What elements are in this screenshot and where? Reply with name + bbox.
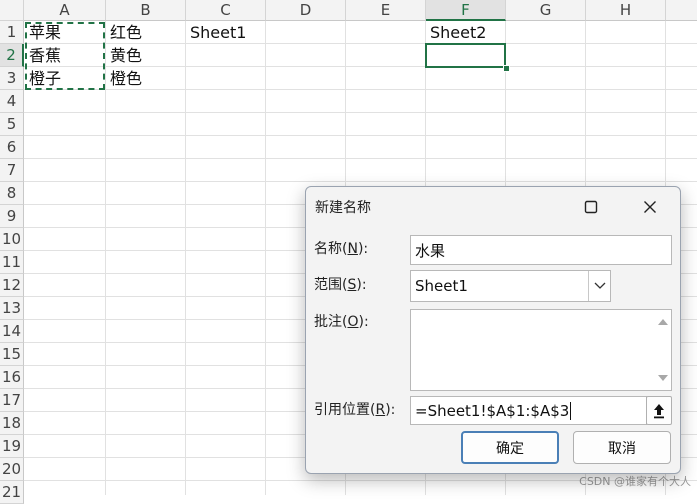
row-header-16[interactable]: 16 [0,366,24,389]
row-header-9[interactable]: 9 [0,205,24,228]
refers-to-input[interactable]: =Sheet1!$A$1:$A$3 [410,396,647,425]
scroll-up-icon[interactable] [658,318,668,326]
gridline-vertical [185,21,186,495]
row-header-21[interactable]: 21 [0,481,24,504]
row-header-11[interactable]: 11 [0,251,24,274]
column-header-f[interactable]: F [426,0,506,21]
row-header-17[interactable]: 17 [0,389,24,412]
column-header-h[interactable]: H [586,0,666,21]
row-header-15[interactable]: 15 [0,343,24,366]
row-header-19[interactable]: 19 [0,435,24,458]
active-cell-f2[interactable] [425,43,506,68]
comment-scrollbar[interactable] [655,310,671,390]
watermark: CSDN @谁家有个大人 [579,475,691,488]
gridline-horizontal [24,135,697,136]
new-name-dialog: 新建名称 名称(N): 水果 范围(S): Sheet1 批注(O): 引用位置… [305,186,681,474]
column-header-c[interactable]: C [186,0,266,21]
row-header-14[interactable]: 14 [0,320,24,343]
gridline-vertical [105,21,106,495]
comment-textarea[interactable] [410,309,672,391]
name-input[interactable]: 水果 [410,235,672,265]
gridline-horizontal [24,112,697,113]
upload-arrow-icon [654,403,664,418]
maximize-button[interactable] [577,193,605,221]
row-header-5[interactable]: 5 [0,113,24,136]
scope-label: 范围(S): [314,277,367,293]
row-header-20[interactable]: 20 [0,458,24,481]
column-header-d[interactable]: D [266,0,346,21]
refers-to-value: =Sheet1!$A$1:$A$3 [415,401,570,420]
copy-marquee-selection [25,22,105,90]
row-header-2[interactable]: 2 [0,44,24,67]
text-cursor [570,401,572,420]
row-header-13[interactable]: 13 [0,297,24,320]
refers-to-label: 引用位置(R): [314,402,396,418]
select-all-corner[interactable] [0,0,24,21]
dropdown-divider [588,271,589,301]
row-header-12[interactable]: 12 [0,274,24,297]
column-header-partial[interactable] [666,0,697,21]
cell-b3[interactable]: 橙色 [106,67,185,90]
scroll-down-icon[interactable] [658,374,668,382]
column-header-a[interactable]: A [24,0,106,21]
close-button[interactable] [636,193,664,221]
row-header-3[interactable]: 3 [0,67,24,90]
scope-dropdown[interactable]: Sheet1 [410,270,611,302]
gridline-horizontal [24,181,697,182]
ok-button[interactable]: 确定 [461,431,559,464]
close-icon [644,201,656,213]
cell-f1[interactable]: Sheet2 [426,21,505,44]
cell-b2[interactable]: 黄色 [106,44,185,67]
gridline-vertical [265,21,266,495]
fill-handle[interactable] [503,65,510,72]
row-header-1[interactable]: 1 [0,21,24,44]
collapse-dialog-button[interactable] [646,396,672,425]
row-header-7[interactable]: 7 [0,159,24,182]
row-header-4[interactable]: 4 [0,90,24,113]
column-header-g[interactable]: G [506,0,586,21]
dialog-title: 新建名称 [315,200,371,216]
gridline-horizontal [24,158,697,159]
cell-b1[interactable]: 红色 [106,21,185,44]
chevron-down-icon [594,282,606,289]
name-label: 名称(N): [314,241,369,257]
column-header-e[interactable]: E [346,0,426,21]
scope-value: Sheet1 [415,277,468,295]
column-header-b[interactable]: B [106,0,186,21]
cell-c1[interactable]: Sheet1 [186,21,265,44]
comment-label: 批注(O): [314,314,369,330]
maximize-icon [584,200,598,214]
row-header-6[interactable]: 6 [0,136,24,159]
row-header-10[interactable]: 10 [0,228,24,251]
row-header-18[interactable]: 18 [0,412,24,435]
row-header-8[interactable]: 8 [0,182,24,205]
cancel-button[interactable]: 取消 [573,431,671,464]
